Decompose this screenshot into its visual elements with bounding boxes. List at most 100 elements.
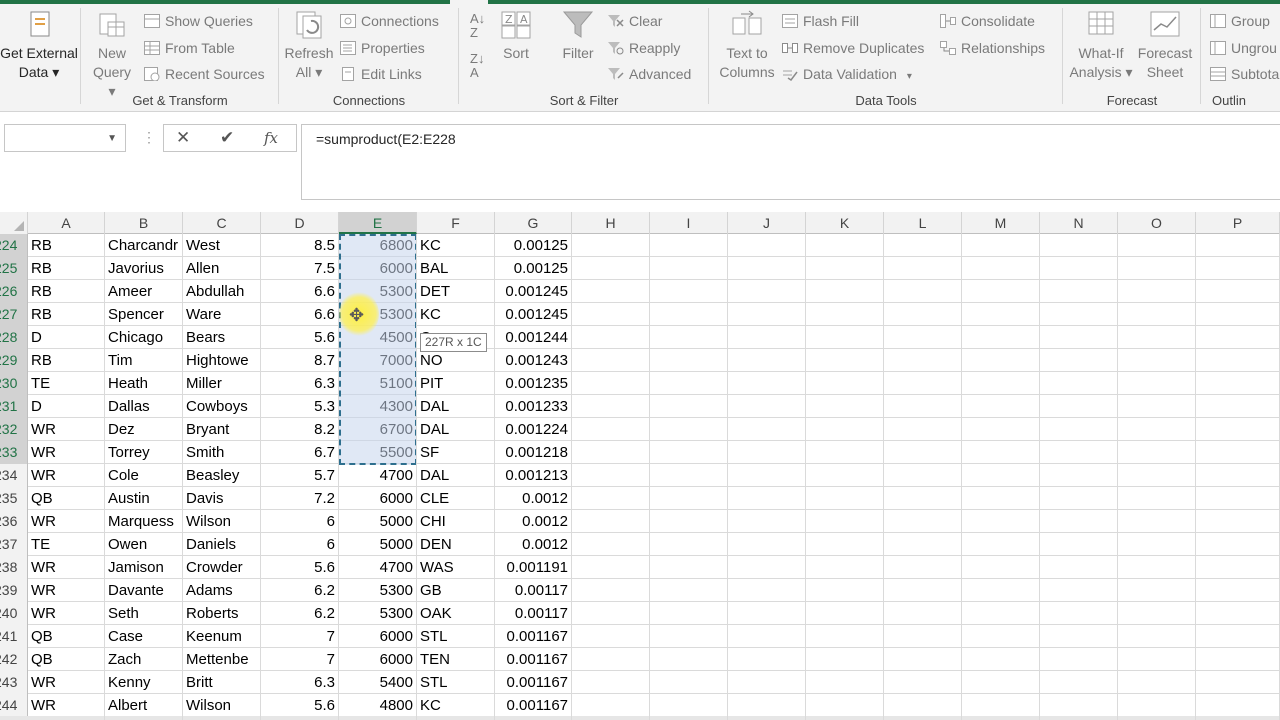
- cell-a[interactable]: TE: [28, 533, 104, 556]
- edit-links-button[interactable]: Edit Links: [340, 64, 422, 84]
- cell-c[interactable]: Smith: [183, 441, 260, 464]
- row-header[interactable]: 240: [0, 602, 28, 625]
- cell-b[interactable]: Owen: [105, 533, 182, 556]
- row-header[interactable]: 236: [0, 510, 28, 533]
- cell-f[interactable]: OAK: [417, 602, 494, 625]
- connections-button[interactable]: Connections: [340, 11, 439, 31]
- cell-f[interactable]: DAL: [417, 418, 494, 441]
- flash-fill-button[interactable]: Flash Fill: [782, 11, 859, 31]
- row-header[interactable]: 230: [0, 372, 28, 395]
- row-header[interactable]: 226: [0, 280, 28, 303]
- cell-e[interactable]: 6000: [339, 648, 416, 671]
- row-header[interactable]: 227: [0, 303, 28, 326]
- new-query-button[interactable]: New Query ▾: [88, 8, 136, 101]
- cell-c[interactable]: Adams: [183, 579, 260, 602]
- properties-button[interactable]: Properties: [340, 38, 425, 58]
- recent-sources-button[interactable]: Recent Sources: [144, 64, 265, 84]
- show-queries-button[interactable]: Show Queries: [144, 11, 253, 31]
- cell-b[interactable]: Davante: [105, 579, 182, 602]
- cell-c[interactable]: West: [183, 234, 260, 257]
- cell-a[interactable]: WR: [28, 510, 104, 533]
- column-header-g[interactable]: G: [495, 212, 572, 234]
- cell-g[interactable]: 0.00125: [495, 257, 571, 280]
- cell-b[interactable]: Ameer: [105, 280, 182, 303]
- row-header[interactable]: 224: [0, 234, 28, 257]
- cell-d[interactable]: 6.6: [261, 280, 338, 303]
- cell-a[interactable]: QB: [28, 648, 104, 671]
- cell-b[interactable]: Case: [105, 625, 182, 648]
- cell-g[interactable]: 0.001245: [495, 280, 571, 303]
- advanced-button[interactable]: Advanced: [608, 64, 691, 84]
- cell-f[interactable]: STL: [417, 625, 494, 648]
- cell-g[interactable]: 0.0012: [495, 510, 571, 533]
- cell-d[interactable]: 6.6: [261, 303, 338, 326]
- row-header[interactable]: 231: [0, 395, 28, 418]
- cell-b[interactable]: Dez: [105, 418, 182, 441]
- cell-c[interactable]: Wilson: [183, 694, 260, 717]
- row-header[interactable]: 232: [0, 418, 28, 441]
- cell-f[interactable]: BAL: [417, 257, 494, 280]
- cell-b[interactable]: Zach: [105, 648, 182, 671]
- row-header[interactable]: 225: [0, 257, 28, 280]
- cell-a[interactable]: WR: [28, 464, 104, 487]
- cell-e[interactable]: 5000: [339, 533, 416, 556]
- cell-a[interactable]: QB: [28, 625, 104, 648]
- cell-a[interactable]: WR: [28, 602, 104, 625]
- formula-input[interactable]: =sumproduct(E2:E228: [301, 124, 1280, 200]
- cell-c[interactable]: Hightowe: [183, 349, 260, 372]
- consolidate-button[interactable]: Consolidate: [940, 11, 1035, 31]
- cell-d[interactable]: 8.2: [261, 418, 338, 441]
- column-header-p[interactable]: P: [1196, 212, 1280, 234]
- cell-f[interactable]: WAS: [417, 556, 494, 579]
- cell-c[interactable]: Bears: [183, 326, 260, 349]
- cell-g[interactable]: 0.001167: [495, 625, 571, 648]
- cell-f[interactable]: CLE: [417, 487, 494, 510]
- cell-d[interactable]: 7: [261, 625, 338, 648]
- cell-e[interactable]: 6000: [339, 487, 416, 510]
- selected-range[interactable]: [339, 234, 417, 465]
- cell-a[interactable]: WR: [28, 671, 104, 694]
- column-header-l[interactable]: L: [884, 212, 962, 234]
- cell-g[interactable]: 0.001191: [495, 556, 571, 579]
- row-header[interactable]: 234: [0, 464, 28, 487]
- cell-g[interactable]: 0.001167: [495, 694, 571, 717]
- cell-a[interactable]: TE: [28, 372, 104, 395]
- cell-f[interactable]: DAL: [417, 464, 494, 487]
- sort-button[interactable]: ZA Sort: [494, 8, 538, 63]
- cell-d[interactable]: 6.7: [261, 441, 338, 464]
- cell-d[interactable]: 8.5: [261, 234, 338, 257]
- cell-c[interactable]: Britt: [183, 671, 260, 694]
- cell-b[interactable]: Marquess: [105, 510, 182, 533]
- cell-b[interactable]: Cole: [105, 464, 182, 487]
- cell-c[interactable]: Bryant: [183, 418, 260, 441]
- ungroup-button[interactable]: Ungrou: [1210, 38, 1277, 58]
- cell-g[interactable]: 0.001235: [495, 372, 571, 395]
- row-header[interactable]: 244: [0, 694, 28, 717]
- cell-d[interactable]: 5.6: [261, 556, 338, 579]
- cell-c[interactable]: Beasley: [183, 464, 260, 487]
- cell-b[interactable]: Kenny: [105, 671, 182, 694]
- cell-a[interactable]: RB: [28, 303, 104, 326]
- cell-d[interactable]: 6.2: [261, 602, 338, 625]
- cell-f[interactable]: TEN: [417, 648, 494, 671]
- sort-descending-button[interactable]: Z↓ A: [470, 52, 490, 80]
- cell-b[interactable]: Jamison: [105, 556, 182, 579]
- data-validation-button[interactable]: Data Validation ▾: [782, 64, 912, 84]
- row-header[interactable]: 237: [0, 533, 28, 556]
- cell-e[interactable]: 4700: [339, 556, 416, 579]
- cell-d[interactable]: 6: [261, 510, 338, 533]
- remove-duplicates-button[interactable]: Remove Duplicates: [782, 38, 924, 58]
- cell-c[interactable]: Miller: [183, 372, 260, 395]
- cell-g[interactable]: 0.00117: [495, 579, 571, 602]
- column-header-b[interactable]: B: [105, 212, 183, 234]
- cell-f[interactable]: KC: [417, 694, 494, 717]
- cell-f[interactable]: SF: [417, 441, 494, 464]
- get-external-data-button[interactable]: Get External Data ▾: [0, 8, 78, 82]
- subtotal-button[interactable]: Subtota: [1210, 64, 1279, 84]
- sort-ascending-button[interactable]: A↓ Z: [470, 12, 490, 40]
- text-to-columns-button[interactable]: Text to Columns: [714, 8, 780, 82]
- cell-b[interactable]: Spencer: [105, 303, 182, 326]
- enter-check-icon[interactable]: ✔: [220, 128, 234, 148]
- cell-b[interactable]: Dallas: [105, 395, 182, 418]
- column-header-m[interactable]: M: [962, 212, 1040, 234]
